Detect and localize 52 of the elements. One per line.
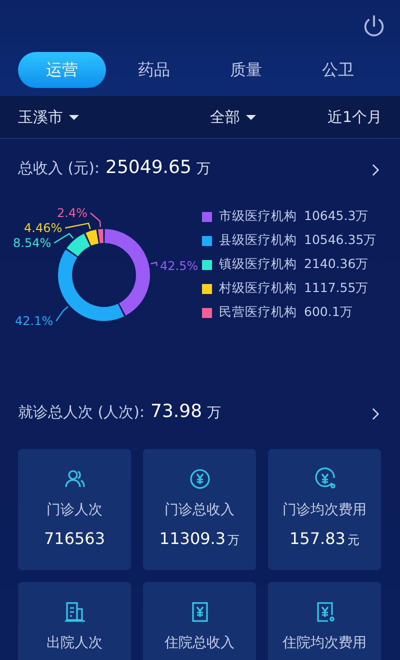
legend-label: 镇级医疗机构: [219, 256, 297, 273]
legend-amount: 600.1万: [304, 304, 353, 321]
legend-amount: 10645.3万: [304, 208, 369, 225]
building-icon: [62, 600, 86, 624]
percent-label: 42.5%: [160, 259, 198, 273]
unit-label: 万: [228, 532, 240, 549]
stat-label: 门诊人次: [46, 501, 102, 519]
percent-label: 4.46%: [24, 221, 62, 235]
stat-card[interactable]: 门诊均次费用 157.83 元: [268, 449, 381, 570]
chevron-right-icon[interactable]: [371, 163, 380, 177]
legend-label: 民营医疗机构: [219, 304, 297, 321]
percent-label: 8.54%: [13, 236, 52, 250]
stat-card[interactable]: 门诊总收入 11309.3 万: [143, 449, 256, 570]
filter-dropdown[interactable]: 全部: [210, 108, 256, 126]
percent-label: 42.1%: [15, 314, 54, 328]
stat-label: 出院人次: [46, 634, 102, 652]
yen-coin-icon: [312, 467, 336, 491]
legend-amount: 2140.36万: [304, 256, 369, 273]
legend-label: 市级医疗机构: [219, 208, 297, 225]
tab[interactable]: 药品: [110, 52, 198, 88]
stat-label: 住院总收入: [164, 634, 234, 652]
stat-card[interactable]: 出院人次: [18, 582, 131, 660]
unit-label: 万: [196, 160, 210, 178]
section-label: 就诊总人次 (人次):: [18, 403, 145, 422]
stat-value: 157.83: [290, 529, 346, 548]
legend-label: 村级医疗机构: [219, 280, 297, 297]
filter-dropdown[interactable]: 近1个月: [327, 108, 382, 126]
yen-coin-icon: [188, 467, 212, 491]
section-label: 总收入 (元):: [18, 159, 100, 178]
stat-label: 门诊总收入: [164, 501, 234, 519]
stat-value: 716563: [44, 529, 106, 548]
filter-dropdown[interactable]: 玉溪市: [18, 108, 79, 126]
percent-label: 2.4%: [57, 206, 88, 220]
stat-card[interactable]: 住院均次费用: [268, 582, 381, 660]
stat-card[interactable]: 住院总收入: [143, 582, 256, 660]
legend-label: 县级医疗机构: [219, 232, 297, 249]
leader-line: [54, 232, 74, 244]
tab[interactable]: 质量: [202, 52, 290, 88]
leader-line: [150, 262, 158, 266]
legend-amount: 10546.35万: [304, 232, 377, 249]
total-value: 25049.65: [106, 157, 192, 178]
total-value: 73.98: [150, 401, 202, 422]
tab[interactable]: 公卫: [294, 52, 382, 88]
unit-label: 元: [347, 532, 360, 549]
legend-amount: 1117.55万: [304, 280, 369, 297]
stat-card[interactable]: 门诊人次 716563: [18, 449, 131, 570]
stat-value: 11309.3: [159, 529, 226, 548]
chevron-right-icon[interactable]: [371, 407, 380, 421]
stat-label: 住院均次费用: [282, 634, 366, 652]
unit-label: 万: [207, 404, 222, 422]
stat-label: 门诊均次费用: [282, 501, 366, 519]
leader-line: [56, 306, 68, 322]
